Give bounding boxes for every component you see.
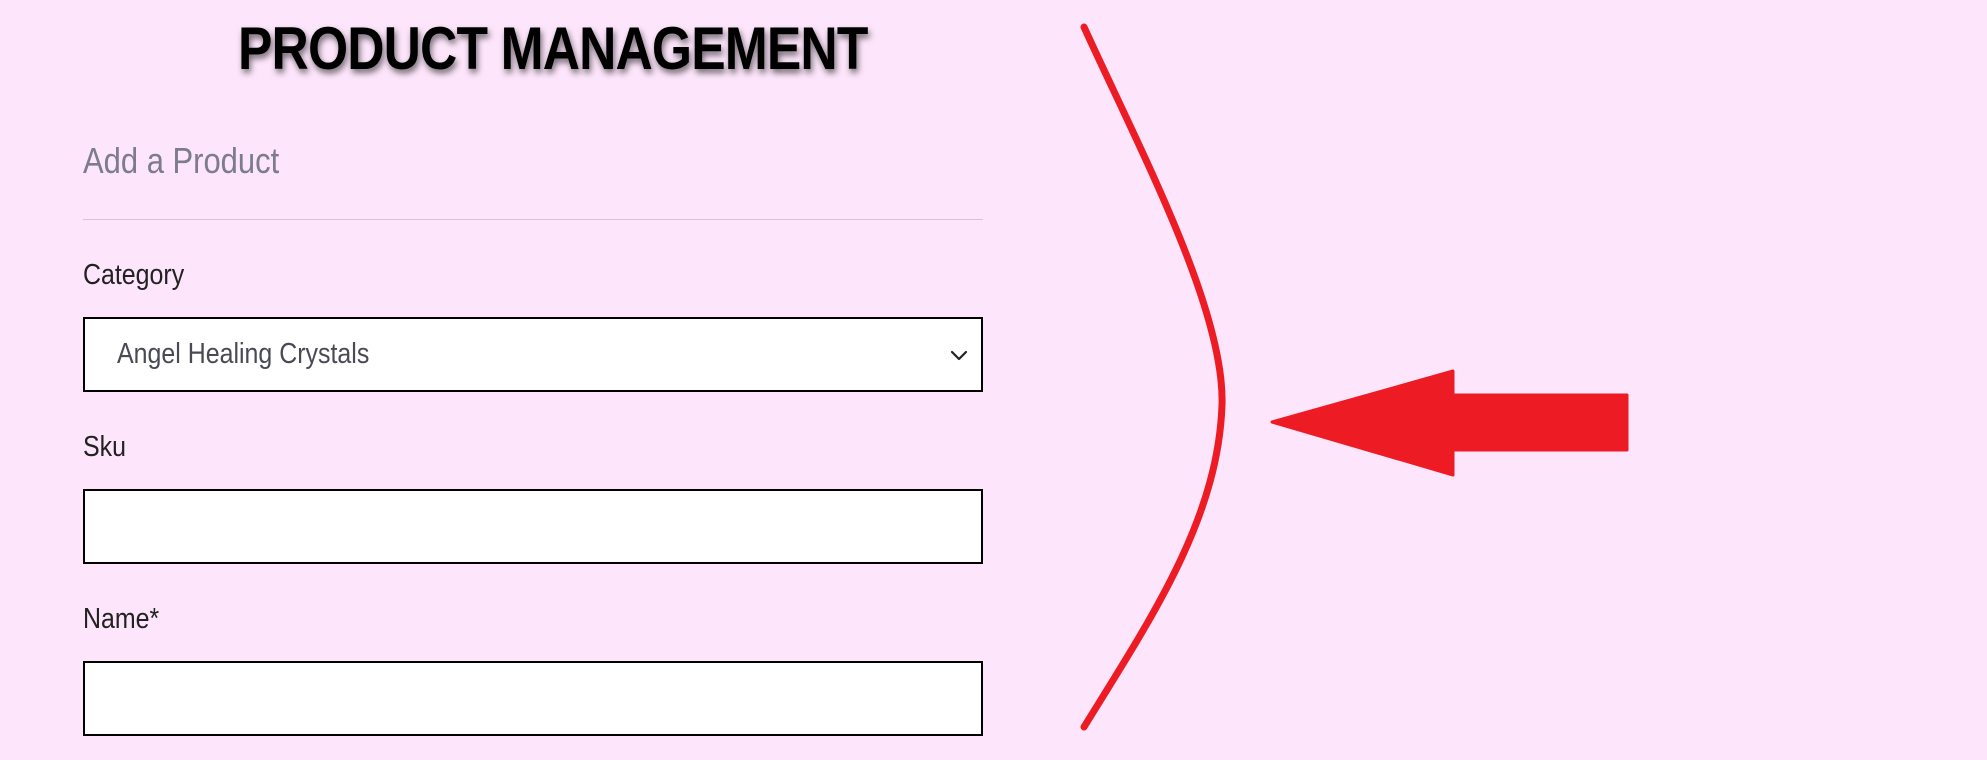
arrow-left-icon: [1270, 369, 1629, 477]
divider: [83, 219, 983, 220]
name-label: Name*: [83, 603, 160, 635]
category-selected-value: Angel Healing Crystals: [117, 338, 370, 370]
category-select[interactable]: Angel Healing Crystals: [83, 317, 983, 392]
sku-label: Sku: [83, 431, 126, 463]
section-heading: Add a Product: [83, 140, 280, 181]
name-input[interactable]: [85, 663, 981, 734]
chevron-down-icon: [950, 350, 968, 361]
curved-bracket-icon: [1080, 23, 1226, 731]
category-label: Category: [83, 259, 185, 291]
sku-input[interactable]: [85, 491, 981, 562]
name-field: [83, 661, 983, 736]
sku-field: [83, 489, 983, 564]
page-title: PRODUCT MANAGEMENT: [238, 15, 868, 82]
